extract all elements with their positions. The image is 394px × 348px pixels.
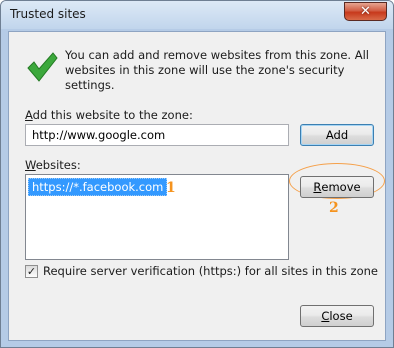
trusted-sites-dialog: Trusted sites ✕ You can add and remove w…	[0, 0, 394, 348]
websites-list[interactable]: https://*.facebook.com	[25, 174, 289, 260]
list-item[interactable]: https://*.facebook.com	[28, 178, 168, 196]
checkmark-icon	[27, 52, 58, 82]
annotation-number-1: 1	[166, 180, 176, 196]
window-close-button[interactable]: ✕	[344, 2, 387, 21]
add-button[interactable]: Add	[300, 124, 374, 146]
website-url-input[interactable]	[25, 124, 289, 146]
close-button[interactable]: Close	[300, 305, 374, 327]
server-verification-checkbox[interactable]: ✓	[25, 264, 38, 278]
window-title: Trusted sites	[10, 7, 86, 21]
annotation-number-2: 2	[329, 200, 339, 216]
dialog-content: You can add and remove websites from thi…	[8, 31, 386, 341]
title-bar[interactable]: Trusted sites ✕	[1, 1, 393, 29]
zone-description: You can add and remove websites from thi…	[65, 48, 369, 92]
server-verification-row: ✓ Require server verification (https:) f…	[25, 264, 378, 278]
add-website-label: Add this website to the zone:	[25, 108, 193, 122]
remove-button[interactable]: Remove	[300, 176, 374, 198]
close-icon: ✕	[360, 4, 371, 19]
server-verification-label: Require server verification (https:) for…	[43, 264, 378, 278]
websites-label: Websites:	[25, 158, 81, 172]
